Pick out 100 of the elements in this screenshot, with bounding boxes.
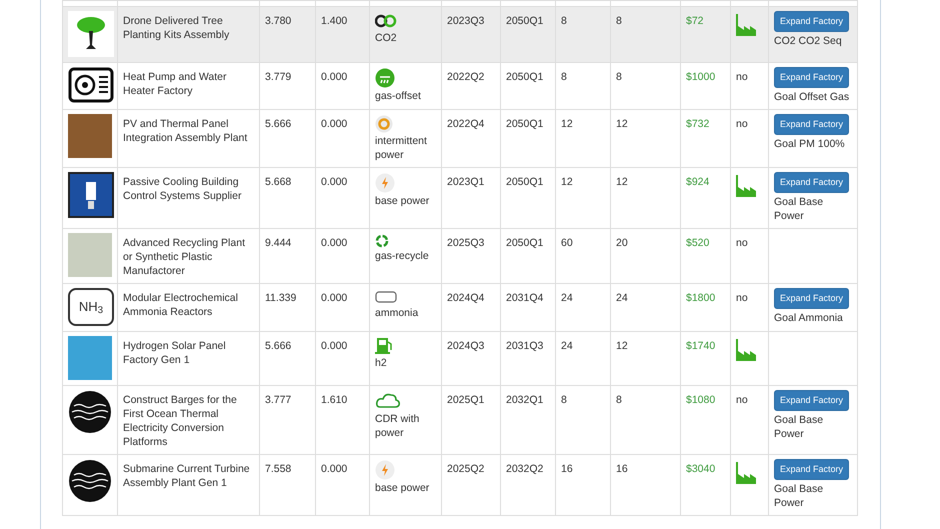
factory-icon	[736, 462, 756, 484]
table-cell: 2050Q1	[506, 71, 544, 83]
factory-icon	[736, 339, 756, 361]
price: $3040	[686, 463, 716, 475]
expand-factory-button[interactable]: Expand Factory	[774, 288, 850, 309]
table-cell: 20	[616, 237, 628, 249]
cloud-icon	[375, 391, 401, 411]
table-cell: 7.558	[265, 463, 292, 475]
table-cell: 8	[616, 394, 622, 406]
goal-label: Goal Ammonia	[774, 311, 843, 325]
table-cell: 11.339	[265, 292, 296, 304]
table-cell: 0.000	[321, 71, 348, 83]
table-cell: 2024Q3	[447, 340, 484, 352]
ocean-wave-icon	[68, 390, 112, 434]
photo-placeholder	[68, 336, 112, 380]
fuel-pump-icon	[375, 337, 393, 355]
table-cell: no	[736, 118, 748, 130]
resource-label: CO2	[375, 31, 397, 45]
table-cell: 12	[616, 340, 628, 352]
goal-label: Goal PM 100%	[774, 137, 845, 151]
table-cell: 2050Q1	[506, 237, 544, 249]
table-cell: 2023Q3	[447, 15, 484, 27]
expand-factory-button[interactable]: Expand Factory	[774, 67, 850, 88]
table-cell: 2032Q1	[506, 394, 544, 406]
factory-icon	[736, 175, 756, 197]
table-cell: no	[736, 292, 748, 304]
expand-factory-button[interactable]: Expand Factory	[774, 390, 850, 411]
table-cell: 24	[561, 340, 573, 352]
table-cell: 0.000	[321, 118, 348, 130]
table-cell: 8	[616, 15, 622, 27]
table-cell: 9.444	[265, 237, 292, 249]
table-cell: 12	[561, 118, 573, 130]
expand-factory-button[interactable]: Expand Factory	[774, 172, 850, 193]
table-cell: 0.000	[321, 340, 348, 352]
table-cell: 0.000	[321, 237, 348, 249]
lightning-icon	[375, 460, 395, 480]
table-cell: 24	[616, 292, 628, 304]
table-cell: 0.000	[321, 463, 348, 475]
table-cell: 5.666	[265, 118, 292, 130]
table-cell: 12	[561, 176, 573, 188]
table-cell: 12	[616, 118, 628, 130]
price: $72	[686, 15, 704, 27]
table-cell: 2050Q1	[506, 176, 544, 188]
table-cell: 16	[616, 463, 628, 475]
table-cell: 2023Q1	[447, 176, 484, 188]
factory-name: Passive Cooling Building Control Systems Supplier	[123, 176, 242, 202]
table-cell: 1.610	[321, 394, 348, 406]
ocean-wave-icon	[68, 459, 112, 503]
goal-label: CO2 CO2 Seq	[774, 34, 842, 48]
table-cell: 8	[561, 15, 567, 27]
resource-label: base power	[375, 194, 430, 208]
goal-label: Goal Base Power	[774, 195, 824, 223]
factory-name: Submarine Current Turbine Assembly Plant Gen 1	[123, 463, 250, 489]
factory-icon	[736, 14, 756, 36]
resource-label: ammonia	[375, 306, 418, 320]
factory-name: Modular Electrochemical Ammonia Reactors	[123, 292, 238, 318]
photo-placeholder	[68, 233, 112, 277]
table-cell: 2031Q3	[506, 340, 544, 352]
price: $1080	[686, 394, 716, 406]
resource-label: gas-offset	[375, 89, 421, 103]
table-cell: 2022Q2	[447, 71, 484, 83]
expand-factory-button[interactable]: Expand Factory	[774, 114, 850, 135]
price: $924	[686, 176, 710, 188]
resource-label: gas-recycle	[375, 249, 429, 263]
air-conditioner-icon	[68, 67, 114, 103]
resource-label: base power	[375, 481, 430, 495]
resource-label: CDR with power	[375, 412, 420, 440]
table-cell: 16	[561, 463, 573, 475]
table-cell: 2022Q4	[447, 118, 484, 130]
table-cell: 3.780	[265, 15, 292, 27]
price: $520	[686, 237, 710, 249]
lightning-icon	[375, 173, 395, 193]
resource-label: h2	[375, 356, 387, 370]
gas-icon	[375, 68, 395, 88]
price: $1000	[686, 71, 716, 83]
table-cell: no	[736, 237, 748, 249]
price: $1800	[686, 292, 716, 304]
table-cell: 8	[616, 71, 622, 83]
table-cell: 8	[561, 71, 567, 83]
table-cell: 0.000	[321, 176, 348, 188]
table-cell: 1.400	[321, 15, 348, 27]
ammonia-tank-icon: NH$_{3}$	[68, 288, 114, 326]
price: $732	[686, 118, 710, 130]
recycle-icon	[375, 234, 389, 248]
table-cell: 2032Q2	[506, 463, 544, 475]
table-cell: no	[736, 394, 748, 406]
table-cell: 2025Q1	[447, 394, 484, 406]
table-cell: no	[736, 71, 748, 83]
table-cell: 5.666	[265, 340, 292, 352]
table-cell: 2025Q3	[447, 237, 484, 249]
table-cell: 60	[561, 237, 573, 249]
table-cell: 2025Q2	[447, 463, 484, 475]
expand-factory-button[interactable]: Expand Factory	[774, 11, 850, 32]
factory-name: PV and Thermal Panel Integration Assembly Plant	[123, 118, 248, 144]
factory-name: Drone Delivered Tree Planting Kits Assembly	[123, 15, 230, 41]
expand-factory-button[interactable]: Expand Factory	[774, 459, 850, 480]
table-cell: 12	[616, 176, 628, 188]
table-cell: 3.777	[265, 394, 292, 406]
table-cell: 5.668	[265, 176, 292, 188]
goal-label: Goal Base Power	[774, 482, 824, 510]
